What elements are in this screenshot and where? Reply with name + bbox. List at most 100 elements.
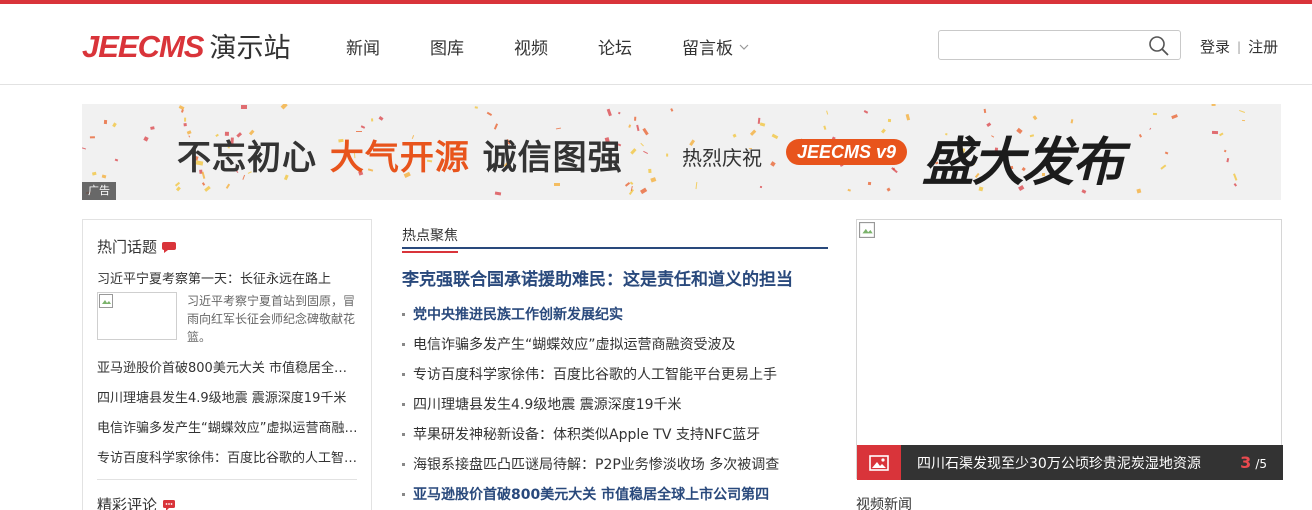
list-item-text: 四川理塘县发生4.9级地震 震源深度19千米 bbox=[413, 397, 682, 413]
confetti-piece bbox=[149, 126, 155, 131]
image-slider[interactable]: 四川石渠发现至少30万公顷珍贵泥炭湿地资源 3/5 bbox=[856, 219, 1283, 480]
confetti-piece bbox=[891, 167, 898, 173]
confetti-piece bbox=[760, 186, 763, 189]
search-icon[interactable] bbox=[1148, 35, 1170, 57]
confetti-piece bbox=[629, 181, 633, 185]
confetti-piece bbox=[1212, 104, 1217, 107]
slider-caption[interactable]: 四川石渠发现至少30万公顷珍贵泥炭湿地资源 bbox=[917, 453, 1240, 473]
confetti-piece bbox=[378, 116, 385, 122]
confetti-piece bbox=[887, 119, 891, 122]
focus-header: 热点聚焦 bbox=[402, 219, 828, 253]
bullet-icon bbox=[402, 492, 405, 496]
slider-counter: 3/5 bbox=[1240, 453, 1267, 472]
confetti-piece bbox=[114, 158, 119, 161]
banner-slogan-2: 大气开源 bbox=[329, 138, 470, 178]
confetti-piece bbox=[1239, 110, 1246, 114]
banner-slogan: 不忘初心 大气开源 诚信图强 bbox=[177, 130, 623, 179]
hot-headline-thumbnail[interactable] bbox=[97, 292, 177, 340]
banner-celebrate: 热烈庆祝 bbox=[682, 146, 762, 170]
search-box bbox=[938, 30, 1181, 60]
confetti-piece bbox=[641, 128, 649, 136]
image-icon bbox=[869, 454, 889, 471]
login-link[interactable]: 登录 bbox=[1200, 36, 1230, 57]
list-item[interactable]: 电信诈骗多发产生“蝴蝶效应”虚拟运营商融资受波及 bbox=[402, 329, 828, 359]
confetti-piece bbox=[1218, 132, 1224, 137]
nav-item-gallery[interactable]: 图库 bbox=[430, 34, 464, 59]
confetti-piece bbox=[606, 108, 612, 116]
list-item-text: 电信诈骗多发产生“蝴蝶效应”虚拟运营商融资受波及 bbox=[413, 337, 736, 353]
nav-item-video[interactable]: 视频 bbox=[514, 34, 548, 59]
hot-headline-link[interactable]: 习近平宁夏考察第一天：长征永远在路上 bbox=[97, 268, 331, 287]
banner-slogan-3: 诚信图强 bbox=[482, 138, 623, 178]
bullet-icon bbox=[402, 432, 405, 436]
nav-item-guestbook[interactable]: 留言板 bbox=[682, 34, 749, 59]
confetti-piece bbox=[553, 182, 560, 186]
nav-item-guestbook-label: 留言板 bbox=[682, 39, 733, 59]
hot-topics-title: 热门话题 bbox=[97, 236, 177, 257]
bullet-icon bbox=[402, 312, 405, 316]
confetti-piece bbox=[1171, 113, 1178, 119]
main-nav: 新闻 图库 视频 论坛 留言板 bbox=[346, 34, 799, 59]
list-item-text: 亚马逊股价首破800美元大关 市值稳居全球上市公司第四 bbox=[413, 487, 770, 503]
confetti-piece bbox=[749, 128, 757, 136]
slider-total: /5 bbox=[1255, 457, 1267, 471]
list-item-text: 苹果研发神秘新设备：体积类似Apple TV 支持NFC蓝牙 bbox=[413, 427, 761, 443]
banner-version-badge: JEECMS v9 bbox=[786, 139, 907, 165]
confetti-piece bbox=[628, 123, 632, 128]
confetti-piece bbox=[474, 106, 479, 110]
confetti-piece bbox=[642, 151, 649, 155]
site-header: JEECMS 演示站 新闻 图库 视频 论坛 留言板 登录 | 注册 bbox=[0, 4, 1312, 85]
list-item[interactable]: 苹果研发神秘新设备：体积类似Apple TV 支持NFC蓝牙 bbox=[402, 419, 828, 449]
logo-mark: JEECMS bbox=[82, 29, 204, 64]
confetti-piece bbox=[650, 177, 657, 183]
list-item[interactable]: 四川理塘县发生4.9级地震 震源深度19千米 bbox=[97, 390, 359, 420]
confetti-piece bbox=[184, 117, 187, 122]
list-item[interactable]: 专访百度科学家徐伟：百度比谷歌的人工智能平台更易上手 bbox=[97, 450, 359, 480]
bullet-icon bbox=[402, 372, 405, 376]
register-link[interactable]: 注册 bbox=[1248, 36, 1278, 57]
confetti-piece bbox=[1223, 149, 1227, 153]
list-item[interactable]: 亚马逊股价首破800美元大关 市值稳居全球上市公司第四 bbox=[402, 479, 828, 509]
list-item[interactable]: 党中央推进民族工作创新发展纪实 bbox=[402, 299, 828, 329]
search-input[interactable] bbox=[947, 31, 1147, 59]
confetti-piece bbox=[825, 110, 828, 115]
list-item[interactable]: 电信诈骗多发产生“蝴蝶效应”虚拟运营商融资受波及 bbox=[97, 420, 359, 450]
focus-panel: 热点聚焦 李克强联合国承诺援助难民：这是责任和道义的担当 党中央推进民族工作创新… bbox=[402, 219, 828, 510]
hot-headline-desc: 习近平考察宁夏首站到固原，冒雨向红军长征会师纪念碑敬献花篮。 bbox=[187, 294, 356, 344]
confetti-piece bbox=[1153, 113, 1158, 116]
banner-slogan-1: 不忘初心 bbox=[177, 138, 317, 178]
confetti-piece bbox=[1148, 127, 1151, 130]
confetti-piece bbox=[82, 147, 87, 150]
video-news-title: 视频新闻 bbox=[856, 497, 912, 510]
list-item[interactable]: 海银系接盘匹凸匹谜局待解：P2P业务惨淡收场 多次被调查 bbox=[402, 449, 828, 479]
comment-icon bbox=[163, 499, 176, 510]
list-item[interactable]: 专访百度科学家徐伟：百度比谷歌的人工智能平台更易上手 bbox=[402, 359, 828, 389]
confetti-piece bbox=[1226, 157, 1230, 162]
confetti-piece bbox=[732, 133, 737, 138]
list-item[interactable]: 四川理塘县发生4.9级地震 震源深度19千米 bbox=[402, 389, 828, 419]
nav-item-news[interactable]: 新闻 bbox=[346, 34, 380, 59]
slider-image-badge bbox=[857, 445, 901, 480]
confetti-piece bbox=[175, 186, 181, 192]
list-item[interactable]: 亚马逊股价首破800美元大关 市值稳居全球上市公司第四 bbox=[97, 360, 359, 390]
hot-topics-panel: 热门话题 习近平宁夏考察第一天：长征永远在路上 习近平考察宁夏首站到固原，冒雨向… bbox=[82, 219, 372, 510]
tab-focus[interactable]: 热点聚焦 bbox=[402, 225, 458, 253]
confetti-piece bbox=[759, 122, 765, 127]
site-logo[interactable]: JEECMS 演示站 bbox=[82, 26, 290, 66]
confetti-piece bbox=[360, 125, 366, 129]
confetti-piece bbox=[202, 181, 206, 186]
focus-top-headline[interactable]: 李克强联合国承诺援助难民：这是责任和道义的担当 bbox=[402, 265, 793, 290]
ad-banner[interactable]: 不忘初心 大气开源 诚信图强 热烈庆祝 JEECMS v9 盛大发布 广告 bbox=[82, 104, 1281, 200]
confetti-piece bbox=[983, 108, 987, 114]
bullet-icon bbox=[402, 402, 405, 406]
confetti-piece bbox=[1164, 151, 1169, 155]
confetti-piece bbox=[241, 105, 247, 109]
confetti-piece bbox=[629, 148, 637, 156]
auth-separator: | bbox=[1237, 39, 1242, 54]
confetti-piece bbox=[1232, 173, 1237, 181]
nav-item-forum[interactable]: 论坛 bbox=[598, 34, 632, 59]
auth-links: 登录 | 注册 bbox=[1200, 36, 1278, 57]
confetti-piece bbox=[1211, 131, 1219, 135]
broken-image-icon bbox=[99, 294, 113, 308]
confetti-piece bbox=[695, 182, 698, 190]
